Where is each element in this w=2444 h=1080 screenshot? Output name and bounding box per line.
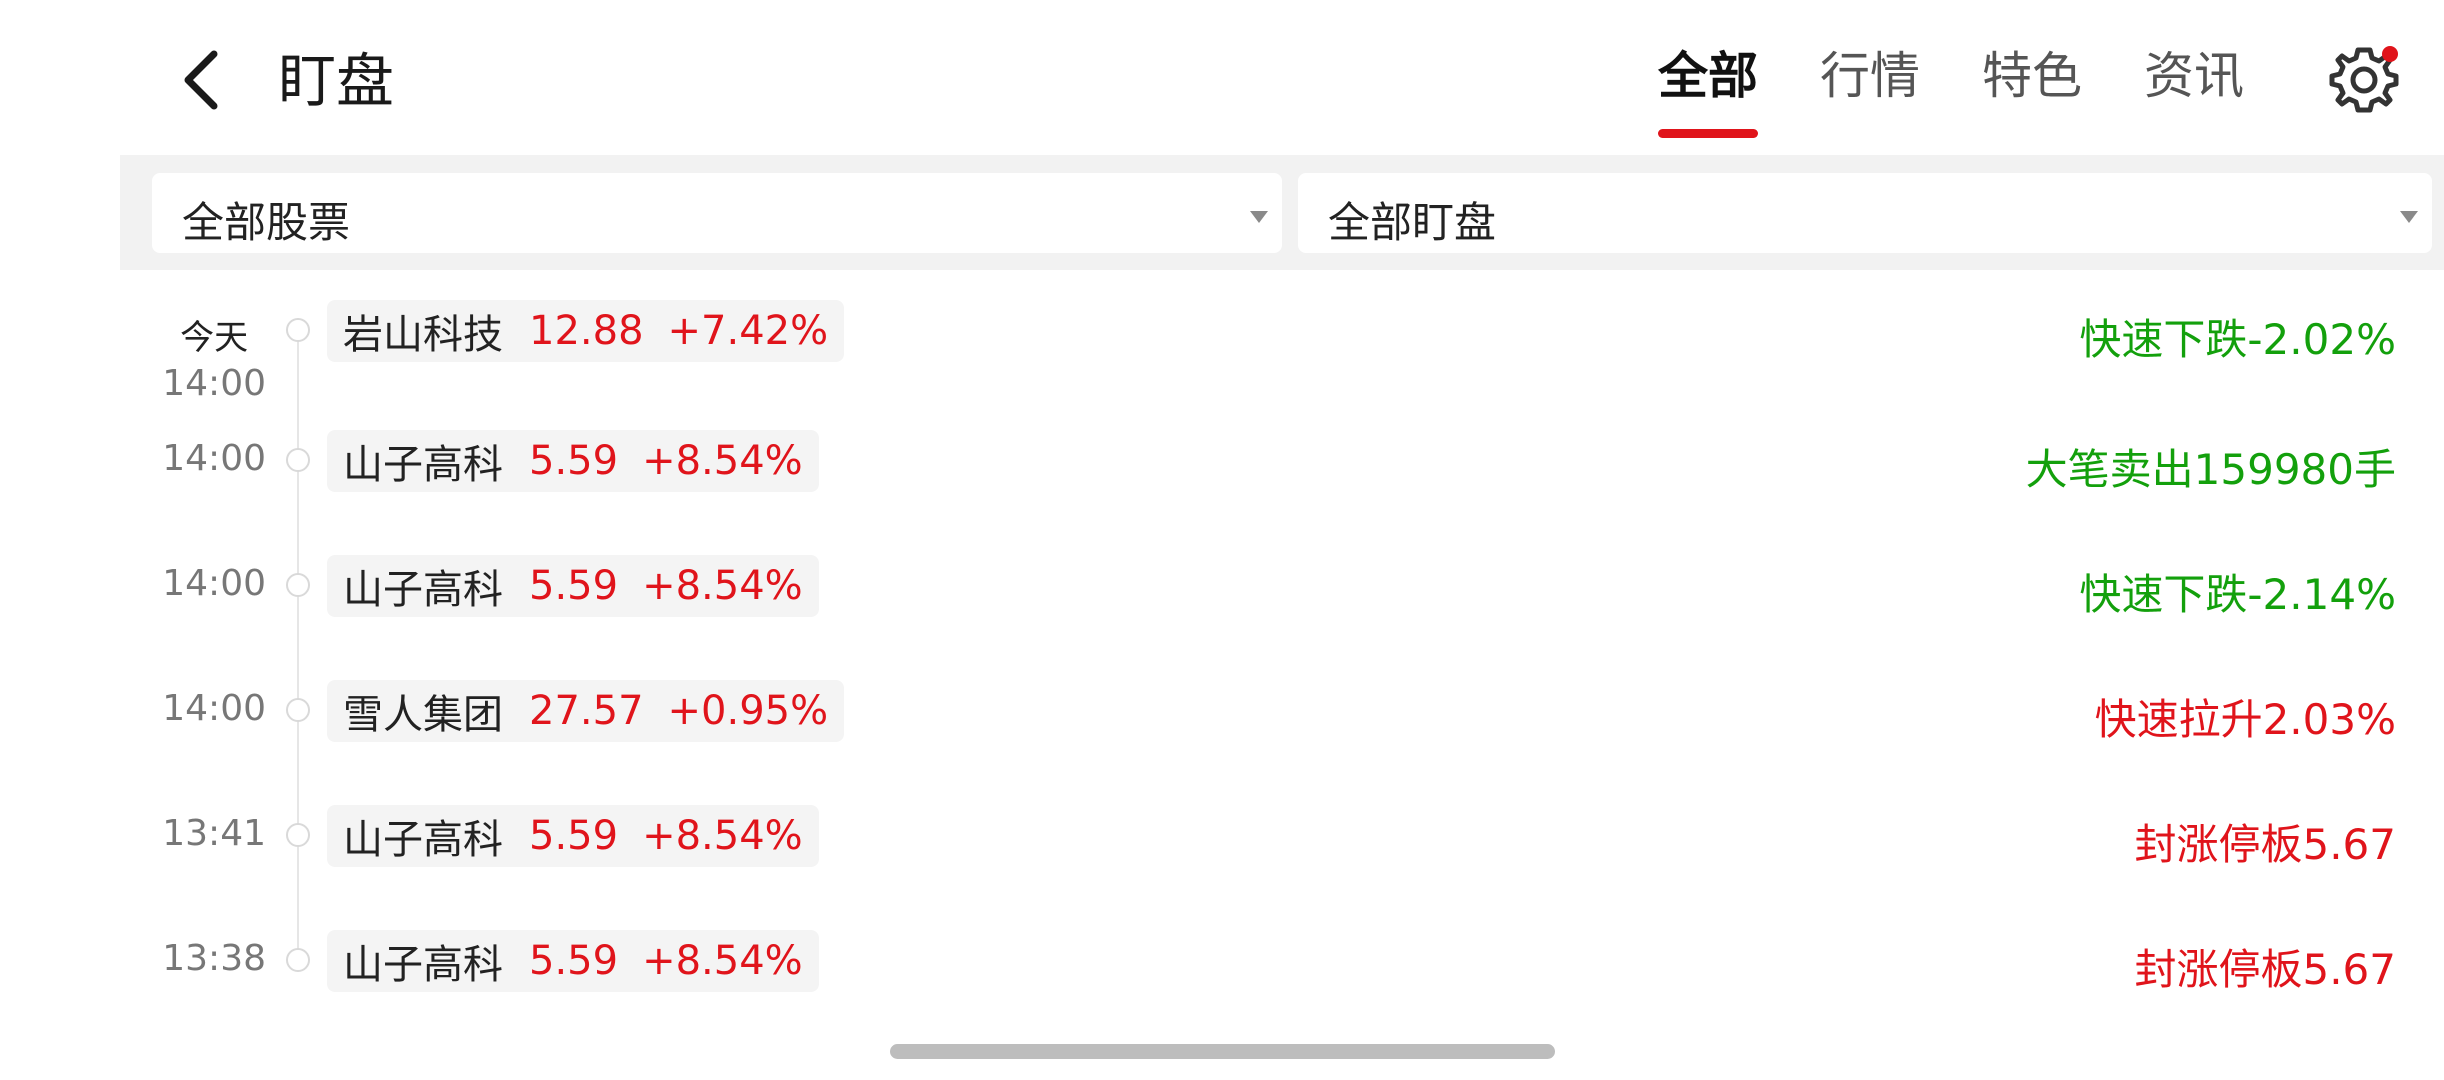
stock-chip[interactable]: 岩山科技 12.88 +7.42% — [327, 300, 845, 362]
timeline-dot — [286, 573, 310, 597]
time-label: 13:41 — [162, 813, 266, 854]
list-item[interactable]: 今天 14:00 岩山科技 12.88 +7.42% 快速下跌-2.02% — [0, 280, 2444, 404]
stock-name: 山子高科 — [343, 817, 503, 863]
watch-screen: 盯盘 全部 行情 特色 资讯 全部股票 全部盯盘 今天 14:00 岩山科技 1… — [0, 0, 2444, 1080]
page-title: 盯盘 — [278, 47, 395, 115]
dropdown-arrow-icon — [2400, 211, 2418, 223]
tab-featured-label: 特色 — [1982, 47, 2082, 105]
stock-chip[interactable]: 雪人集团 27.57 +0.95% — [327, 680, 845, 742]
event-text: 快速下跌-2.14% — [2079, 570, 2396, 619]
watch-filter-dropdown[interactable]: 全部盯盘 — [1298, 173, 2432, 253]
stock-change: +8.54% — [642, 938, 803, 984]
tab-featured[interactable]: 特色 — [1982, 36, 2082, 108]
stock-name: 山子高科 — [343, 942, 503, 988]
stock-filter-label: 全部股票 — [182, 198, 351, 247]
back-button[interactable] — [170, 40, 240, 120]
stock-price: 5.59 — [529, 938, 619, 984]
tab-news[interactable]: 资讯 — [2144, 36, 2244, 108]
stock-filter-dropdown[interactable]: 全部股票 — [152, 173, 1282, 253]
stock-price: 12.88 — [529, 308, 644, 354]
event-text: 封涨停板5.67 — [2134, 820, 2396, 869]
stock-name: 山子高科 — [343, 567, 503, 613]
stock-price: 27.57 — [529, 688, 644, 734]
stock-chip[interactable]: 山子高科 5.59 +8.54% — [327, 930, 819, 992]
time-value: 14:00 — [162, 363, 266, 404]
stock-chip[interactable]: 山子高科 5.59 +8.54% — [327, 555, 819, 617]
list-item[interactable]: 13:38 山子高科 5.59 +8.54% 封涨停板5.67 — [0, 910, 2444, 1000]
filter-bar: 全部股票 全部盯盘 — [120, 155, 2444, 270]
event-text: 大笔卖出159980手 — [2025, 445, 2396, 494]
stock-chip[interactable]: 山子高科 5.59 +8.54% — [327, 805, 819, 867]
timeline-dot — [286, 823, 310, 847]
tab-news-label: 资讯 — [2144, 47, 2244, 105]
timeline-dot — [286, 698, 310, 722]
time-label: 14:00 — [162, 563, 266, 604]
list-item[interactable]: 14:00 山子高科 5.59 +8.54% 大笔卖出159980手 — [0, 410, 2444, 500]
stock-change: +8.54% — [642, 563, 803, 609]
stock-name: 雪人集团 — [343, 692, 503, 738]
stock-chip[interactable]: 山子高科 5.59 +8.54% — [327, 430, 819, 492]
event-text: 快速拉升2.03% — [2094, 695, 2396, 744]
list-item[interactable]: 13:41 山子高科 5.59 +8.54% 封涨停板5.67 — [0, 785, 2444, 875]
time-label: 13:38 — [162, 938, 266, 979]
notification-dot — [2382, 46, 2398, 62]
stock-change: +0.95% — [667, 688, 829, 734]
timeline-dot — [286, 948, 310, 972]
watch-filter-label: 全部盯盘 — [1328, 198, 1497, 247]
event-text: 封涨停板5.67 — [2134, 945, 2396, 994]
stock-change: +7.42% — [667, 308, 829, 354]
dropdown-arrow-icon — [1250, 211, 1268, 223]
header: 盯盘 全部 行情 特色 资讯 — [0, 0, 2444, 150]
day-label: 今天 — [180, 318, 249, 358]
tab-market[interactable]: 行情 — [1820, 36, 1920, 108]
tab-market-label: 行情 — [1820, 47, 1920, 105]
timeline-dot — [286, 318, 310, 342]
list-item[interactable]: 14:00 山子高科 5.59 +8.54% 快速下跌-2.14% — [0, 535, 2444, 625]
time-label: 14:00 — [162, 688, 266, 729]
stock-change: +8.54% — [642, 813, 803, 859]
time-label: 今天 14:00 — [162, 310, 266, 404]
stock-name: 山子高科 — [343, 442, 503, 488]
timeline-dot — [286, 448, 310, 472]
settings-button[interactable] — [2324, 40, 2404, 120]
tab-all-label: 全部 — [1658, 47, 1758, 105]
tab-all[interactable]: 全部 — [1658, 36, 1758, 138]
tab-bar: 全部 行情 特色 资讯 — [1596, 36, 2244, 138]
stock-name: 岩山科技 — [343, 312, 503, 358]
event-text: 快速下跌-2.02% — [2079, 315, 2396, 364]
time-label: 14:00 — [162, 438, 266, 479]
active-tab-indicator — [1658, 129, 1758, 138]
list-item[interactable]: 14:00 雪人集团 27.57 +0.95% 快速拉升2.03% — [0, 660, 2444, 750]
chevron-left-icon — [184, 50, 218, 110]
stock-price: 5.59 — [529, 438, 619, 484]
stock-price: 5.59 — [529, 813, 619, 859]
stock-price: 5.59 — [529, 563, 619, 609]
stock-change: +8.54% — [642, 438, 803, 484]
home-indicator[interactable] — [890, 1044, 1555, 1059]
